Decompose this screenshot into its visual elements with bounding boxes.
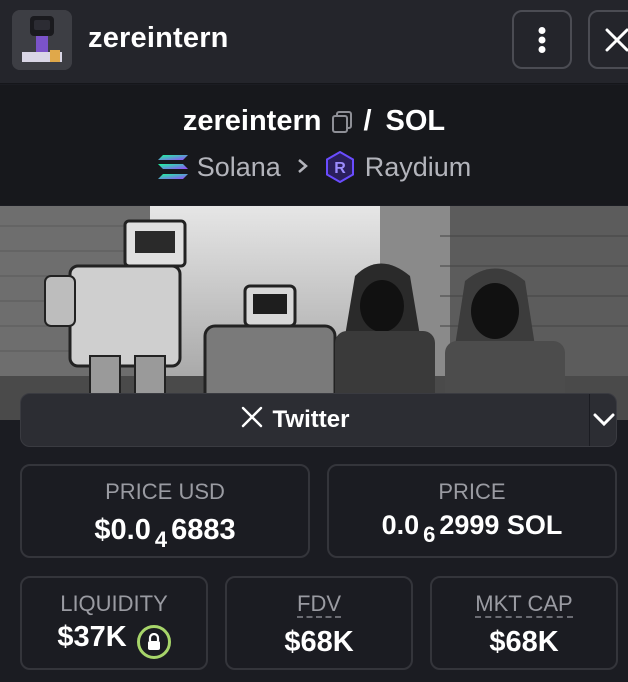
pair-title: zereintern / SOL [0,105,628,138]
twitter-link-bar: Twitter [20,393,617,447]
fdv-card: FDV $68K [225,576,413,670]
pair-separator: / [363,105,372,137]
close-button[interactable] [588,10,628,69]
token-banner-image [0,206,628,420]
mkt-cap-value: $68K [489,626,559,658]
price-usd-zeros: 4 [154,527,168,552]
fdv-label-wrap: FDV [227,591,411,618]
pair-section: zereintern / SOL Solana R Raydium [0,85,628,205]
price-native-digits: 2999 SOL [439,510,563,540]
liquidity-value: $37K [57,620,127,653]
chain-link[interactable]: Solana [197,152,281,183]
x-logo-icon [241,406,263,434]
menu-button[interactable] [512,10,572,69]
liquidity-value-row: $37K [22,620,206,659]
price-usd-prefix: $0.0 [94,514,151,546]
price-native-prefix: 0.0 [381,510,420,540]
fdv-label[interactable]: FDV [297,592,341,618]
quote-token-name: SOL [385,105,446,137]
price-native-value: 0.0 6 2999 SOL [329,510,615,547]
dex-link[interactable]: Raydium [365,152,472,183]
chevron-right-icon [297,154,309,180]
mkt-cap-label-wrap: MKT CAP [432,591,616,618]
mkt-cap-card: MKT CAP $68K [430,576,618,670]
close-icon [605,28,628,51]
price-usd-value: $0.0 4 6883 [22,514,308,552]
liquidity-label: LIQUIDITY [60,591,168,616]
header: zereintern [0,0,628,84]
twitter-label: Twitter [272,406,350,433]
chevron-down-icon [593,413,614,427]
price-native-zeros: 6 [423,522,436,547]
price-usd-digits: 6883 [171,514,236,546]
token-avatar [12,10,72,70]
fdv-value: $68K [284,626,354,658]
twitter-button[interactable]: Twitter [21,394,569,446]
svg-text:R: R [334,160,346,177]
liquidity-lock-icon[interactable] [136,625,171,659]
base-token-name: zereintern [182,105,322,137]
links-dropdown-button[interactable] [590,394,617,446]
price-native-label: PRICE [438,479,506,504]
price-native-card: PRICE 0.0 6 2999 SOL [327,464,617,558]
price-usd-label: PRICE USD [105,479,225,504]
copy-icon[interactable] [331,110,353,134]
vertical-dots-icon [538,26,546,53]
chain-breadcrumb: Solana R Raydium [0,151,628,183]
token-info-panel: zereintern zereintern / SOL Solana R Ray… [0,0,628,682]
liquidity-card: LIQUIDITY $37K [20,576,208,670]
raydium-icon: R [325,151,355,183]
solana-icon [157,154,189,180]
price-usd-card: PRICE USD $0.0 4 6883 [20,464,310,558]
app-title: zereintern [88,22,229,54]
mkt-cap-label[interactable]: MKT CAP [475,592,573,618]
